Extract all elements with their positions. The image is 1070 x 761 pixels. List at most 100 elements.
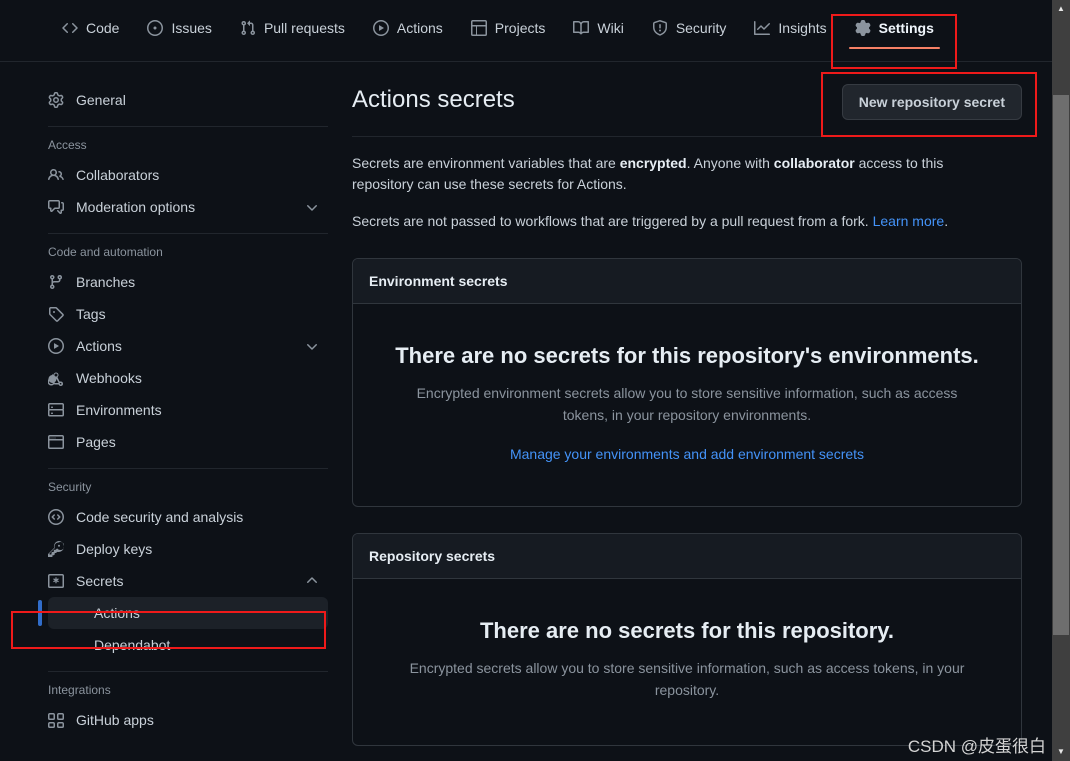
nav-tab-settings[interactable]: Settings <box>841 4 948 52</box>
sidebar-item-label: Tags <box>76 306 106 322</box>
sidebar-item-label: Pages <box>76 434 116 450</box>
scrollbar-thumb[interactable] <box>1053 95 1069 635</box>
scrollbar-up-arrow[interactable]: ▲ <box>1052 0 1070 18</box>
blankslate-title: There are no secrets for this repository… <box>479 618 895 643</box>
sidebar-item-secrets[interactable]: Secrets <box>34 565 328 597</box>
sidebar-item-tags[interactable]: Tags <box>34 298 328 330</box>
nav-tab-label: Issues <box>171 20 212 36</box>
graph-icon <box>754 20 771 36</box>
sidebar-item-label: Actions <box>76 338 122 354</box>
tag-icon <box>48 306 64 322</box>
sidebar-item-label: Collaborators <box>76 167 160 183</box>
sidebar-item-label: GitHub apps <box>76 712 154 728</box>
git-pull-request-icon <box>240 20 256 36</box>
sidebar-item-label: Code security and analysis <box>76 509 244 525</box>
sidebar-separator <box>48 233 328 234</box>
comment-discussion-icon <box>48 199 64 215</box>
selected-tab-underline <box>848 47 940 49</box>
secrets-panel: Repository secrets There are no secrets f… <box>352 533 1022 746</box>
server-icon <box>48 402 64 418</box>
main-content: Actions secrets New repository secret Se… <box>352 84 1022 746</box>
gear-icon <box>48 92 64 108</box>
webhook-icon <box>48 370 64 386</box>
blankslate-link[interactable]: Manage your environments and add environ… <box>385 446 989 462</box>
nav-tab-code[interactable]: Code <box>48 4 133 52</box>
gear-icon <box>855 20 871 36</box>
sidebar-item-general[interactable]: General <box>34 84 328 116</box>
sidebar-item-label: Webhooks <box>76 370 142 386</box>
sidebar-item-actions[interactable]: Actions <box>34 330 328 362</box>
sidebar-item-branches[interactable]: Branches <box>34 266 328 298</box>
sidebar-item-label: Deploy keys <box>76 541 153 557</box>
sidebar-item-label: Secrets <box>76 573 124 589</box>
nav-tab-label: Settings <box>878 20 934 36</box>
repository-top-navigation: Code Issues Pull requests Actions Projects Wi… <box>0 0 1052 62</box>
sidebar-subitem-dependabot[interactable]: Dependabot <box>48 629 328 661</box>
settings-sidebar: General Access Collaborators Moderation op… <box>34 84 328 736</box>
sidebar-item-deploy-keys[interactable]: Deploy keys <box>34 533 328 565</box>
desc1-part2: . Anyone with <box>686 155 774 171</box>
nav-tab-label: Wiki <box>597 20 624 36</box>
sidebar-item-github-apps[interactable]: GitHub apps <box>34 704 328 736</box>
sidebar-item-webhooks[interactable]: Webhooks <box>34 362 328 394</box>
watermark: CSDN @皮蛋很白 <box>907 737 1046 756</box>
nav-tab-security[interactable]: Security <box>638 4 741 52</box>
nav-tab-pull-requests[interactable]: Pull requests <box>226 4 359 52</box>
sidebar-item-code-security-and-analysis[interactable]: Code security and analysis <box>34 501 328 533</box>
code-icon <box>62 20 78 36</box>
desc1-bold1: encrypted <box>619 155 687 171</box>
desc1-bold2: collaborator <box>773 155 855 171</box>
sidebar-separator <box>48 671 328 672</box>
scrollbar-down-arrow[interactable]: ▼ <box>1052 743 1070 761</box>
key-asterisk-icon <box>48 573 64 589</box>
panel-body: There are no secrets for this repository… <box>353 579 1021 745</box>
sidebar-item-label: Environments <box>76 402 162 418</box>
nav-tab-label: Pull requests <box>263 20 345 36</box>
page-scrollbar[interactable]: ▲ ▼ <box>1052 0 1070 761</box>
secrets-description-1: Secrets are environment variables that a… <box>352 153 1002 195</box>
nav-tab-label: Security <box>675 20 727 36</box>
shield-icon <box>652 20 668 36</box>
sidebar-item-collaborators[interactable]: Collaborators <box>34 159 328 191</box>
nav-tab-label: Projects <box>494 20 546 36</box>
nav-tab-label: Code <box>86 20 120 36</box>
apps-icon <box>48 712 64 728</box>
secrets-panel: Environment secrets There are no secrets … <box>352 258 1022 507</box>
learn-more-link[interactable]: Learn more <box>873 213 945 229</box>
sidebar-group-title: Security <box>48 480 92 494</box>
desc2-suffix: . <box>944 213 949 229</box>
nav-tab-wiki[interactable]: Wiki <box>559 4 637 52</box>
chevron-up-icon <box>304 573 320 589</box>
main-header: Actions secrets New repository secret <box>352 84 1022 137</box>
book-icon <box>573 20 590 36</box>
sidebar-group-title: Code and automation <box>48 245 163 259</box>
sidebar-subitem-actions[interactable]: Actions <box>38 597 328 629</box>
nav-tab-projects[interactable]: Projects <box>457 4 560 52</box>
nav-divider <box>0 61 1052 62</box>
sidebar-item-pages[interactable]: Pages <box>34 426 328 458</box>
sidebar-item-moderation-options[interactable]: Moderation options <box>34 191 328 223</box>
panel-body: There are no secrets for this repository… <box>353 304 1021 506</box>
desc1-part1: Secrets are environment variables that a… <box>352 155 620 171</box>
sidebar-subitem-label: Actions <box>94 605 140 621</box>
nav-tab-insights[interactable]: Insights <box>740 4 840 52</box>
chevron-down-icon <box>304 199 320 215</box>
sidebar-separator <box>48 468 328 469</box>
sidebar-item-label: Branches <box>76 274 136 290</box>
sidebar-group-title: Integrations <box>48 683 111 697</box>
nav-tab-issues[interactable]: Issues <box>133 4 225 52</box>
page-title: Actions secrets <box>352 86 515 113</box>
sidebar-subitem-label: Dependabot <box>94 637 171 653</box>
people-icon <box>48 167 64 183</box>
sidebar-item-environments[interactable]: Environments <box>34 394 328 426</box>
blankslate-title: There are no secrets for this repository… <box>395 343 979 368</box>
nav-tab-label: Insights <box>778 20 827 36</box>
sidebar-group-title: Access <box>48 138 87 152</box>
nav-tab-actions[interactable]: Actions <box>359 4 457 52</box>
table-icon <box>470 20 487 36</box>
chevron-down-icon <box>304 338 320 354</box>
sidebar-item-label: Moderation options <box>76 199 196 215</box>
new-repository-secret-button[interactable]: New repository secret <box>841 84 1022 120</box>
panel-header: Environment secrets <box>353 259 1021 304</box>
key-icon <box>48 541 64 557</box>
